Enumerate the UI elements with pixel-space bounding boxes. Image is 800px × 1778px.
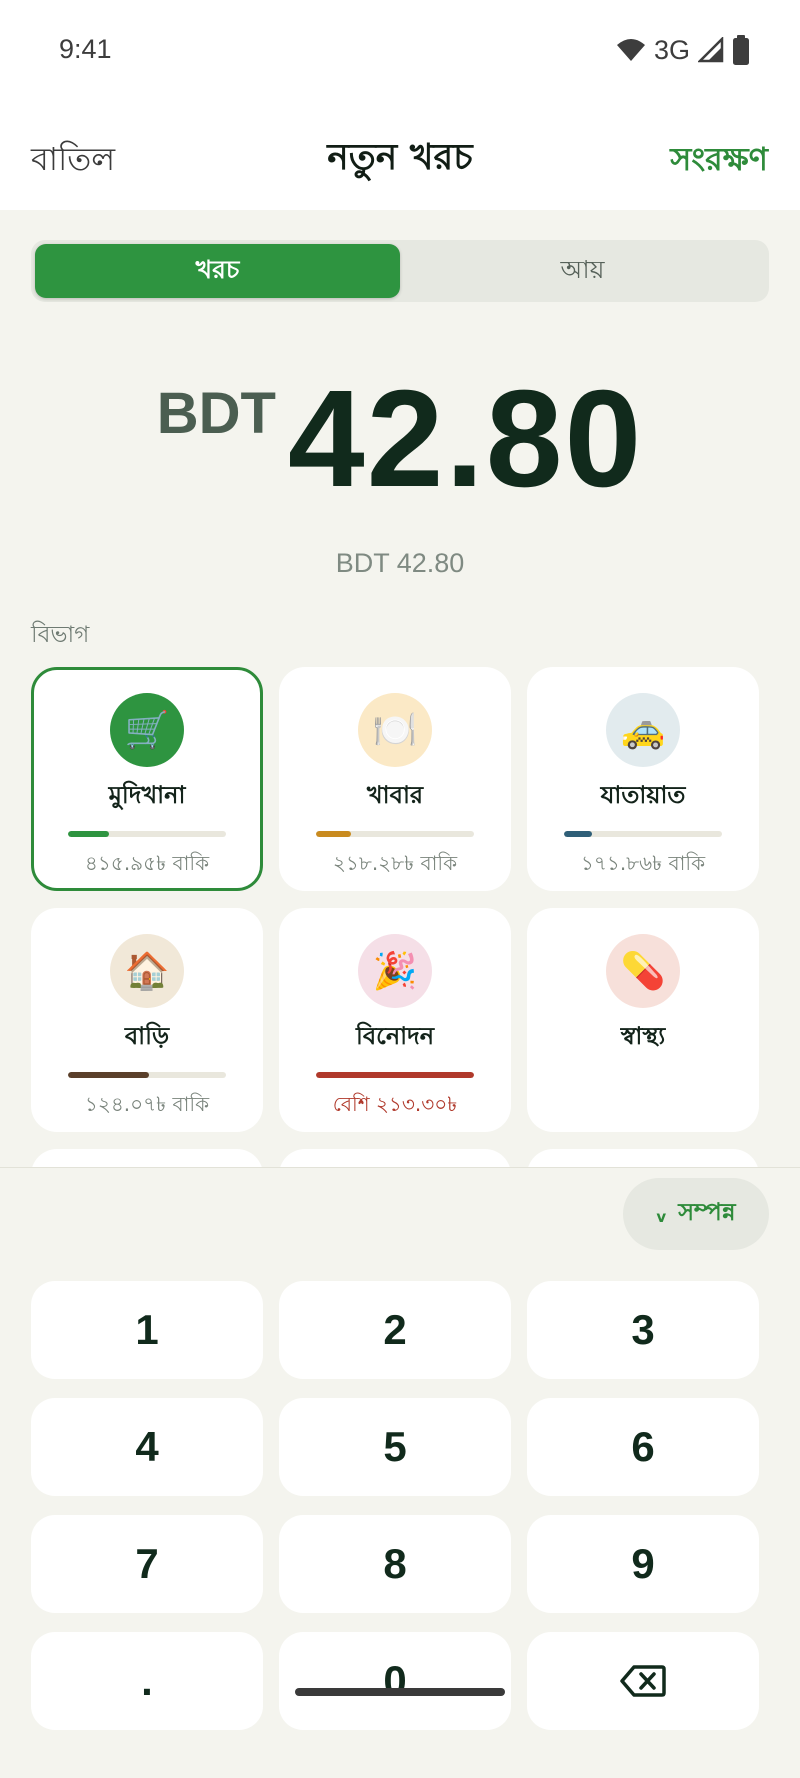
save-button[interactable]: সংরক্ষণ: [670, 134, 768, 188]
category-name: মুদিখানা: [108, 781, 186, 809]
budget-remaining: ৪১৫.৯৫৳ বাকি: [84, 851, 210, 875]
key-4[interactable]: 4: [31, 1398, 263, 1496]
category-grid: 🛒 মুদিখানা ৪১৫.৯৫৳ বাকি 🍽️ খাবার ২১৮.২৮৳…: [31, 667, 769, 1167]
wifi-icon: [616, 39, 645, 61]
category-name: যাতায়াত: [600, 781, 686, 809]
budget-remaining: ২১৮.২৮৳ বাকি: [332, 851, 458, 875]
home-indicator: [295, 1688, 505, 1696]
budget-remaining: ১২৪.০৭৳ বাকি: [84, 1092, 210, 1116]
plate-cutlery-icon: 🍽️: [358, 693, 432, 767]
backspace-icon: [620, 1665, 666, 1697]
nav-bar: বাতিল নতুন খরচ সংরক্ষণ: [0, 100, 800, 210]
category-name: স্বাস্থ্য: [620, 1022, 666, 1050]
key-2[interactable]: 2: [279, 1281, 511, 1379]
amount-converted: BDT 42.80: [335, 548, 465, 578]
category-name: বিনোদন: [355, 1022, 435, 1050]
budget-progress-fill: [68, 831, 110, 837]
status-time: 9:41: [59, 34, 112, 64]
battery-icon: [733, 35, 749, 65]
key-0[interactable]: 0: [279, 1632, 511, 1730]
category-card[interactable]: 🎉 বিনোদন বেশি ২১৩.৩০৳: [279, 908, 511, 1132]
pill-icon: 💊: [606, 934, 680, 1008]
category-card-partial[interactable]: [527, 1149, 759, 1167]
type-segmented-control: খরচ আয়: [31, 240, 769, 302]
category-card[interactable]: 🍽️ খাবার ২১৮.২৮৳ বাকি: [279, 667, 511, 891]
chevron-down-icon: v: [656, 1208, 667, 1226]
budget-over: বেশি ২১৩.৩০৳: [332, 1092, 458, 1116]
category-card[interactable]: 💊 স্বাস্থ্য: [527, 908, 759, 1132]
shopping-cart-icon: 🛒: [110, 693, 184, 767]
category-card-partial[interactable]: [31, 1149, 263, 1167]
budget-remaining: ১৭১.৮৬৳ বাকি: [580, 851, 706, 875]
budget-progress-bar: [68, 1072, 226, 1078]
category-card[interactable]: 🏠 বাড়ি ১২৪.০৭৳ বাকি: [31, 908, 263, 1132]
key-1[interactable]: 1: [31, 1281, 263, 1379]
cell-signal-icon: [698, 37, 724, 63]
key-8[interactable]: 8: [279, 1515, 511, 1613]
category-card[interactable]: 🚕 যাতায়াত ১৭১.৮৬৳ বাকি: [527, 667, 759, 891]
categories-label: বিভাগ: [31, 622, 90, 648]
key-5[interactable]: 5: [279, 1398, 511, 1496]
category-card-partial[interactable]: [279, 1149, 511, 1167]
key-3[interactable]: 3: [527, 1281, 759, 1379]
segment-income[interactable]: আয়: [400, 244, 765, 298]
party-popper-icon: 🎉: [358, 934, 432, 1008]
key-7[interactable]: 7: [31, 1515, 263, 1613]
budget-progress-bar: [316, 831, 474, 837]
budget-progress-bar: [316, 1072, 474, 1078]
budget-progress-fill: [316, 1072, 474, 1078]
category-card[interactable]: 🛒 মুদিখানা ৪১৫.৯৫৳ বাকি: [31, 667, 263, 891]
amount-display: BDT 42.80: [0, 370, 800, 508]
budget-progress-fill: [68, 1072, 149, 1078]
budget-progress-bar: [564, 831, 722, 837]
status-icons: 3G: [616, 34, 750, 66]
key-decimal[interactable]: .: [31, 1632, 263, 1730]
budget-progress-bar: [68, 831, 226, 837]
category-name: বাড়ি: [124, 1022, 170, 1050]
house-icon: 🏠: [110, 934, 184, 1008]
category-name: খাবার: [366, 781, 424, 809]
budget-progress-fill: [316, 831, 351, 837]
budget-progress-fill: [564, 831, 593, 837]
done-label: সম্পন্ন: [678, 1198, 736, 1226]
network-type: 3G: [653, 34, 690, 65]
key-backspace[interactable]: [527, 1632, 759, 1730]
segment-expense[interactable]: খরচ: [35, 244, 400, 298]
amount-currency: BDT: [156, 381, 276, 446]
key-9[interactable]: 9: [527, 1515, 759, 1613]
amount-value: 42.80: [287, 362, 644, 516]
key-6[interactable]: 6: [527, 1398, 759, 1496]
taxi-icon: 🚕: [606, 693, 680, 767]
done-button[interactable]: v সম্পন্ন: [623, 1178, 769, 1250]
status-bar: 9:41 3G: [0, 0, 800, 100]
